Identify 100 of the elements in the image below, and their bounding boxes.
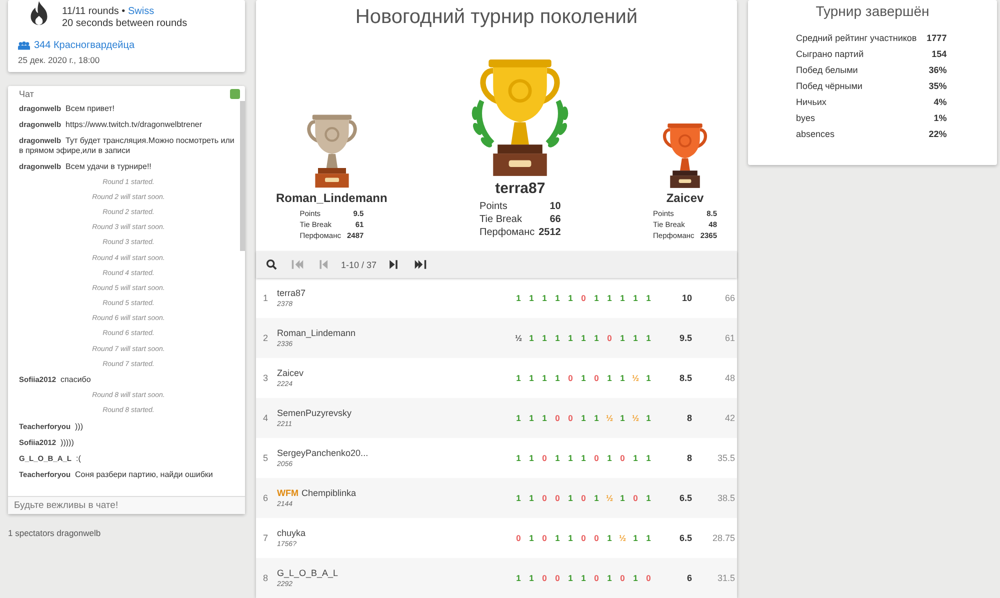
round-result[interactable]: 1 bbox=[642, 493, 655, 503]
round-result[interactable]: 1 bbox=[551, 453, 564, 463]
round-result[interactable]: 1 bbox=[642, 453, 655, 463]
round-result[interactable]: 1 bbox=[525, 373, 538, 383]
round-result[interactable]: 1 bbox=[642, 533, 655, 543]
round-result[interactable]: 1 bbox=[538, 373, 551, 383]
round-result[interactable]: 0 bbox=[603, 333, 616, 343]
round-result[interactable]: 0 bbox=[551, 413, 564, 423]
round-result[interactable]: ½ bbox=[603, 493, 616, 503]
player-name[interactable]: Zaicev bbox=[277, 368, 304, 378]
player-name[interactable]: Chempiblinka bbox=[302, 488, 356, 498]
round-result[interactable]: 1 bbox=[616, 413, 629, 423]
round-result[interactable]: 1 bbox=[538, 293, 551, 303]
round-result[interactable]: 1 bbox=[538, 333, 551, 343]
round-result[interactable]: 1 bbox=[603, 573, 616, 583]
round-result[interactable]: 1 bbox=[512, 413, 525, 423]
last-page-icon[interactable] bbox=[414, 259, 427, 270]
round-result[interactable]: 1 bbox=[629, 333, 642, 343]
round-result[interactable]: 1 bbox=[577, 333, 590, 343]
player-name[interactable]: G_L_O_B_A_L bbox=[277, 568, 338, 578]
round-result[interactable]: 1 bbox=[525, 493, 538, 503]
round-result[interactable]: 0 bbox=[616, 453, 629, 463]
round-result[interactable]: 1 bbox=[525, 533, 538, 543]
round-result[interactable]: ½ bbox=[616, 533, 629, 543]
round-result[interactable]: 1 bbox=[642, 293, 655, 303]
round-result[interactable]: 1 bbox=[603, 373, 616, 383]
round-result[interactable]: 1 bbox=[629, 453, 642, 463]
round-result[interactable]: 0 bbox=[629, 493, 642, 503]
system-link[interactable]: Swiss bbox=[128, 6, 154, 17]
round-result[interactable]: 1 bbox=[512, 493, 525, 503]
round-result[interactable]: 1 bbox=[603, 293, 616, 303]
round-result[interactable]: ½ bbox=[629, 413, 642, 423]
scrollbar[interactable] bbox=[240, 101, 245, 251]
round-result[interactable]: 1 bbox=[642, 373, 655, 383]
round-result[interactable]: 0 bbox=[590, 373, 603, 383]
round-result[interactable]: 1 bbox=[564, 453, 577, 463]
round-result[interactable]: 0 bbox=[538, 453, 551, 463]
player-name[interactable]: terra87 bbox=[277, 288, 306, 298]
round-result[interactable]: 1 bbox=[577, 413, 590, 423]
search-icon[interactable] bbox=[266, 259, 277, 270]
round-result[interactable]: ½ bbox=[629, 373, 642, 383]
round-result[interactable]: 1 bbox=[629, 293, 642, 303]
round-result[interactable]: 0 bbox=[538, 573, 551, 583]
round-result[interactable]: 0 bbox=[590, 573, 603, 583]
round-result[interactable]: 1 bbox=[629, 533, 642, 543]
round-result[interactable]: 1 bbox=[525, 293, 538, 303]
round-result[interactable]: 1 bbox=[512, 453, 525, 463]
round-result[interactable]: 0 bbox=[538, 533, 551, 543]
round-result[interactable]: 1 bbox=[577, 453, 590, 463]
round-result[interactable]: 1 bbox=[525, 573, 538, 583]
player-name[interactable]: Roman_Lindemann bbox=[277, 328, 356, 338]
round-result[interactable]: 1 bbox=[642, 333, 655, 343]
round-result[interactable]: 1 bbox=[551, 293, 564, 303]
round-result[interactable]: 1 bbox=[577, 373, 590, 383]
round-result[interactable]: 1 bbox=[577, 573, 590, 583]
round-result[interactable]: 1 bbox=[512, 293, 525, 303]
round-result[interactable]: 1 bbox=[551, 533, 564, 543]
round-result[interactable]: 0 bbox=[564, 373, 577, 383]
round-result[interactable]: 1 bbox=[525, 333, 538, 343]
round-result[interactable]: 0 bbox=[577, 293, 590, 303]
chat-toggle[interactable] bbox=[230, 89, 240, 99]
round-result[interactable]: 0 bbox=[616, 573, 629, 583]
round-result[interactable]: 1 bbox=[603, 453, 616, 463]
round-result[interactable]: 1 bbox=[564, 533, 577, 543]
round-result[interactable]: 1 bbox=[564, 493, 577, 503]
round-result[interactable]: 0 bbox=[551, 493, 564, 503]
round-result[interactable]: 0 bbox=[538, 493, 551, 503]
round-result[interactable]: 1 bbox=[525, 413, 538, 423]
round-result[interactable]: 1 bbox=[564, 333, 577, 343]
player-name[interactable]: SergeyPanchenko20... bbox=[277, 448, 368, 458]
player-name[interactable]: SemenPuzyrevsky bbox=[277, 408, 352, 418]
round-result[interactable]: 1 bbox=[512, 573, 525, 583]
player-name[interactable]: chuyka bbox=[277, 528, 306, 538]
chat-input[interactable]: Будьте вежливы в чате! bbox=[8, 496, 245, 514]
round-result[interactable]: 1 bbox=[616, 373, 629, 383]
round-result[interactable]: 1 bbox=[512, 373, 525, 383]
round-result[interactable]: 1 bbox=[538, 413, 551, 423]
round-result[interactable]: 1 bbox=[564, 573, 577, 583]
next-page-icon[interactable] bbox=[386, 259, 400, 270]
round-result[interactable]: 1 bbox=[603, 533, 616, 543]
round-result[interactable]: 0 bbox=[577, 493, 590, 503]
round-result[interactable]: 0 bbox=[564, 413, 577, 423]
round-result[interactable]: 1 bbox=[642, 413, 655, 423]
round-result[interactable]: 0 bbox=[590, 533, 603, 543]
round-result[interactable]: ½ bbox=[603, 413, 616, 423]
round-result[interactable]: 1 bbox=[590, 493, 603, 503]
round-result[interactable]: 1 bbox=[590, 333, 603, 343]
round-result[interactable]: 1 bbox=[616, 333, 629, 343]
round-result[interactable]: 1 bbox=[629, 573, 642, 583]
round-result[interactable]: 1 bbox=[616, 493, 629, 503]
round-result[interactable]: 0 bbox=[512, 533, 525, 543]
round-result[interactable]: 1 bbox=[616, 293, 629, 303]
round-result[interactable]: 1 bbox=[551, 333, 564, 343]
round-result[interactable]: 0 bbox=[590, 453, 603, 463]
round-result[interactable]: 1 bbox=[590, 293, 603, 303]
round-result[interactable]: 1 bbox=[551, 373, 564, 383]
round-result[interactable]: 0 bbox=[642, 573, 655, 583]
round-result[interactable]: 1 bbox=[525, 453, 538, 463]
round-result[interactable]: 0 bbox=[577, 533, 590, 543]
round-result[interactable]: 0 bbox=[551, 573, 564, 583]
